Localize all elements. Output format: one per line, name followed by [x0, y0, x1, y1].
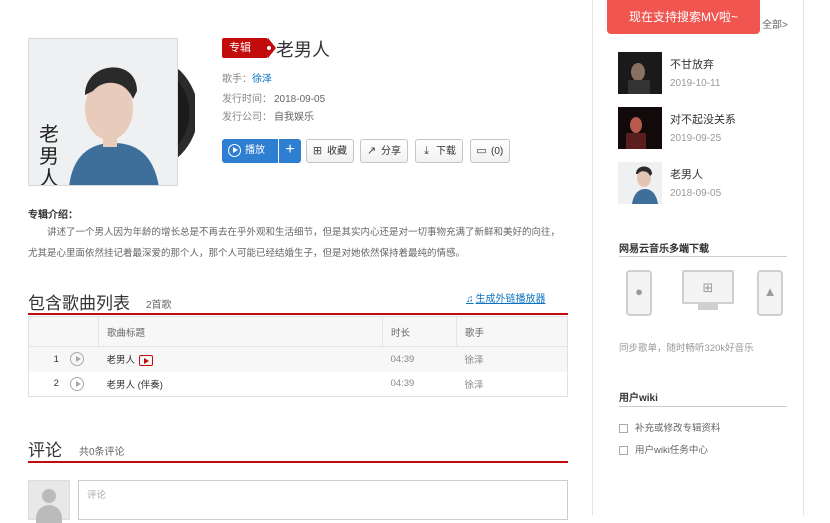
avatar: [28, 480, 70, 523]
apple-icon: ●: [635, 284, 643, 299]
release-row: 发行时间： 2018-09-05: [222, 94, 326, 105]
album-cover: 老男人: [28, 38, 178, 186]
related-album-cover[interactable]: [618, 162, 662, 204]
folder-plus-icon: ⊞: [312, 145, 323, 157]
download-section-title: 网易云音乐多端下载: [619, 244, 709, 255]
col-header-index: [28, 316, 99, 347]
album-title: 老男人: [276, 40, 330, 60]
wiki-edit-album-link[interactable]: 补充或修改专辑资料: [619, 420, 721, 434]
android-icon: ▲: [763, 284, 777, 299]
all-albums-link[interactable]: 全部>: [762, 16, 788, 31]
play-circle-icon[interactable]: [70, 352, 85, 367]
related-album-cover[interactable]: [618, 52, 662, 94]
wiki-task-center-link[interactable]: 用户wiki任务中心: [619, 442, 708, 456]
intro-text: 讲述了一个男人因为年龄的增长总是不再去在乎外观和生活细节，但是其实内心还是对一切…: [28, 227, 561, 259]
share-icon: ↗: [366, 145, 377, 157]
related-album-date: 2019-09-25: [670, 133, 722, 144]
col-header-artist: 歌手: [456, 316, 568, 347]
song-artist[interactable]: 徐泽: [457, 372, 568, 397]
generate-player-link[interactable]: ♫ 生成外链播放器: [466, 290, 546, 305]
song-title[interactable]: 老男人: [107, 355, 136, 366]
pc-download[interactable]: ⊞: [682, 270, 734, 310]
edit-icon: [619, 423, 628, 433]
song-artist[interactable]: 徐泽: [456, 346, 568, 372]
download-button[interactable]: ⤓ 下载: [415, 139, 463, 163]
song-title[interactable]: 老男人 (伴奏): [107, 380, 163, 391]
wiki-section-title: 用户wiki: [619, 393, 658, 404]
comment-icon: ▭: [476, 145, 487, 157]
android-download[interactable]: ▲: [757, 270, 783, 316]
play-button[interactable]: 播放: [222, 139, 278, 163]
song-duration: 04:39: [390, 378, 415, 390]
mv-icon[interactable]: [139, 355, 154, 367]
related-album-name[interactable]: 对不起没关系: [670, 111, 736, 127]
share-button[interactable]: ↗ 分享: [360, 139, 408, 163]
table-row[interactable]: 2 老男人 (伴奏) 04:39 徐泽: [29, 372, 568, 397]
song-table-header: 歌曲标题 时长 歌手: [28, 316, 568, 347]
album-cover-text: 老男人: [39, 122, 59, 186]
release-date: 2018-09-05: [274, 94, 326, 105]
task-icon: [619, 445, 628, 455]
col-header-duration: 时长: [382, 316, 457, 347]
songlist-divider: [28, 313, 568, 315]
songlist-title: 包含歌曲列表: [28, 294, 130, 313]
wiki-section-divider: [619, 406, 787, 407]
sync-text: 同步歌单，随时畅听320k好音乐: [619, 343, 754, 354]
table-row[interactable]: 1 老男人 04:39 徐泽: [28, 346, 568, 372]
windows-icon: ⊞: [702, 280, 714, 295]
related-album-date: 2019-10-11: [670, 78, 721, 89]
artist-row: 歌手：徐泽: [222, 74, 272, 85]
collect-button[interactable]: ⊞ 收藏: [306, 139, 354, 163]
comments-count: 共0条评论: [79, 447, 125, 458]
comments-divider: [28, 461, 568, 463]
mv-search-tooltip: 现在支持搜索MV啦~: [607, 0, 760, 34]
company-row: 发行公司： 自我娱乐: [222, 112, 314, 123]
songlist-count: 2首歌: [146, 300, 172, 311]
download-section-divider: [619, 256, 787, 257]
artist-link[interactable]: 徐泽: [252, 74, 272, 85]
comment-button[interactable]: ▭ (0): [470, 139, 511, 163]
related-album-date: 2018-09-05: [670, 188, 722, 199]
comments-title: 评论: [28, 441, 62, 460]
album-type-badge: 专辑: [222, 38, 276, 58]
company-name: 自我娱乐: [274, 112, 314, 123]
related-album-name[interactable]: 老男人: [670, 166, 703, 182]
col-header-title: 歌曲标题: [98, 316, 383, 347]
play-icon: [228, 143, 241, 157]
related-album-cover[interactable]: [618, 107, 662, 149]
intro-title: 专辑介绍：: [28, 210, 78, 221]
play-circle-icon[interactable]: [70, 376, 85, 391]
related-album-name[interactable]: 不甘放弃: [670, 56, 714, 72]
ios-download[interactable]: ●: [626, 270, 652, 316]
download-icon: ⤓: [424, 145, 429, 157]
comment-input[interactable]: 评论: [78, 480, 568, 520]
add-to-playlist-button[interactable]: +: [279, 139, 301, 163]
music-note-icon: ♫: [466, 294, 474, 305]
song-duration: 04:39: [382, 346, 457, 372]
song-table: 歌曲标题 时长 歌手 1 老男人 04:39 徐泽 2 老男人 (伴奏) 04:…: [28, 316, 568, 397]
